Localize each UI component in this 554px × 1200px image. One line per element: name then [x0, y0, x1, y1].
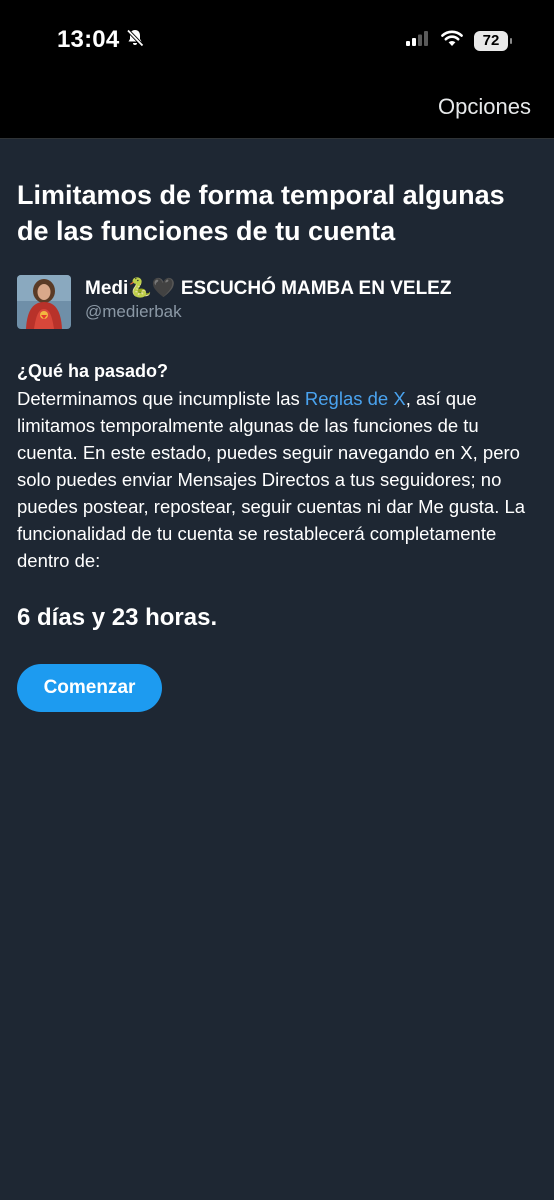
restriction-countdown: 6 días y 23 horas. — [17, 604, 218, 631]
start-button[interactable]: Comenzar — [17, 664, 162, 712]
options-button[interactable]: Opciones — [438, 94, 531, 120]
wifi-icon — [440, 29, 464, 52]
main-content: Limitamos de forma temporal algunas de l… — [0, 177, 554, 712]
rules-link[interactable]: Reglas de X — [305, 388, 406, 409]
status-time: 13:04 — [57, 26, 120, 53]
account-card: Medi🐍🖤 ESCUCHÓ MAMBA EN VELEZ @medierbak — [17, 275, 537, 329]
explanation-text: Determinamos que incumpliste las Reglas … — [17, 385, 537, 574]
account-handle: @medierbak — [85, 302, 182, 321]
status-indicators: 72 — [406, 29, 512, 52]
explanation-text-start: Determinamos que incumpliste las — [17, 388, 305, 409]
account-text: Medi🐍🖤 ESCUCHÓ MAMBA EN VELEZ @medierbak — [85, 277, 451, 323]
bell-slash-icon — [125, 28, 145, 53]
nav-bar: Opciones — [0, 80, 554, 139]
avatar — [17, 275, 71, 329]
battery-icon: 72 — [474, 30, 512, 51]
account-display-name: Medi🐍🖤 ESCUCHÓ MAMBA EN VELEZ — [85, 278, 452, 299]
status-time-group: 13:04 — [57, 26, 145, 54]
status-bar: 13:04 72 — [0, 0, 554, 80]
section-heading: ¿Qué ha pasado? — [17, 361, 169, 381]
signal-icon — [406, 30, 430, 51]
explanation-text-end: , así que limitamos temporalmente alguna… — [17, 388, 526, 571]
page-title: Limitamos de forma temporal algunas de l… — [17, 180, 505, 246]
